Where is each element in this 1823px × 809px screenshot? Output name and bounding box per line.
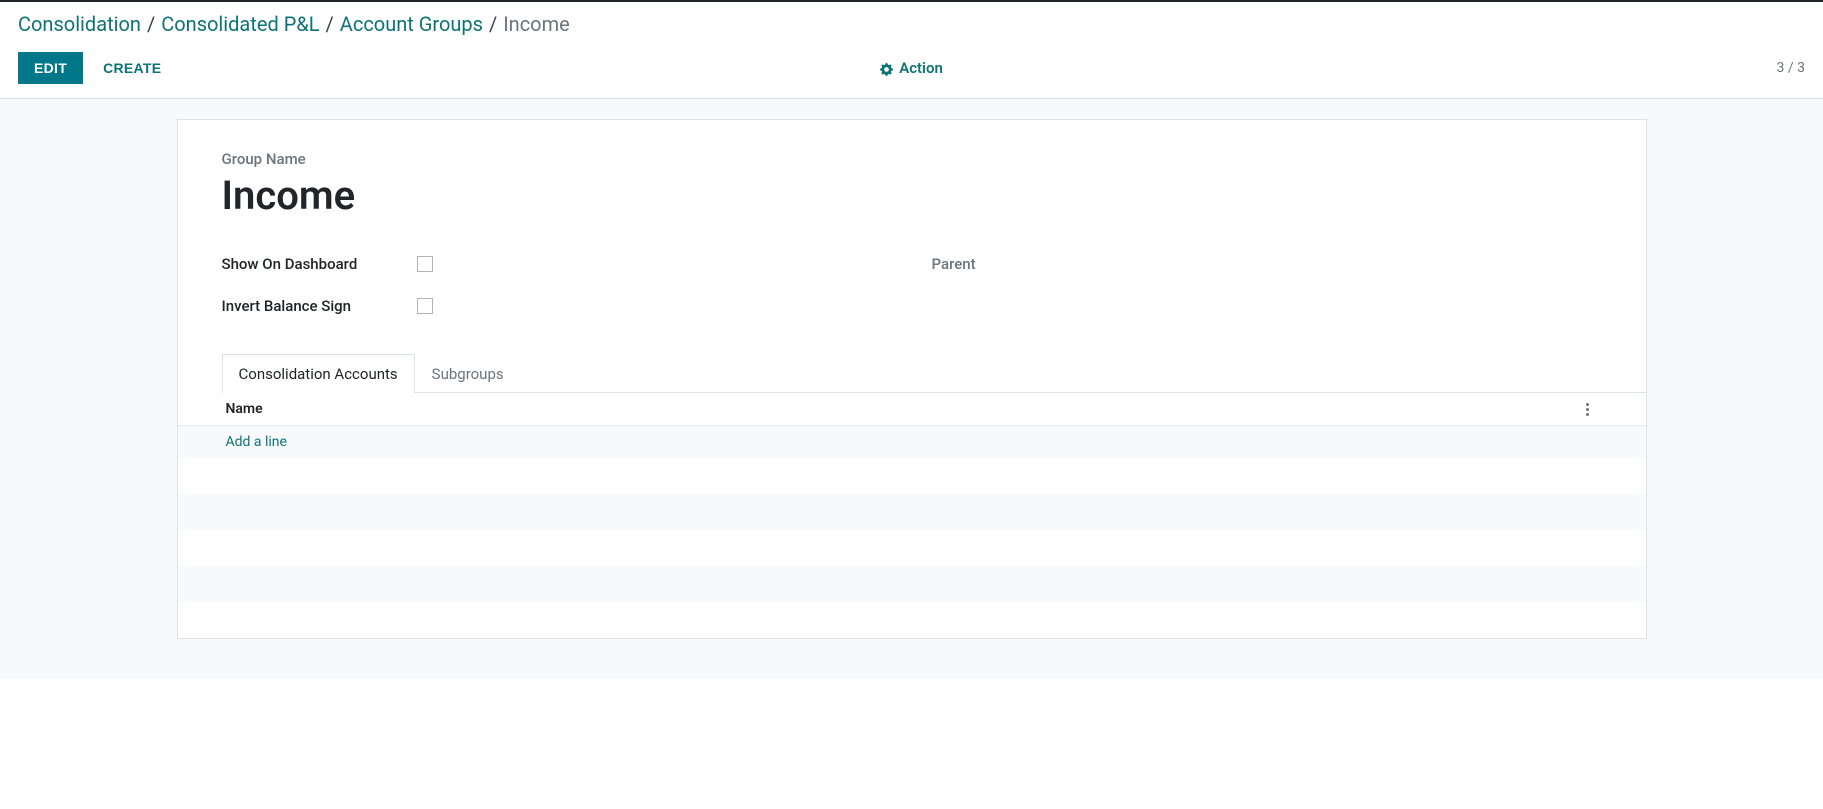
group-name-value: Income <box>222 172 1602 219</box>
control-right: 3 / 3 <box>943 60 1805 76</box>
table-header-row: Name <box>178 393 1646 426</box>
main-background: Group Name Income Show On Dashboard Inve… <box>0 99 1823 679</box>
action-label: Action <box>899 59 943 77</box>
breadcrumb-link-consolidated-pl[interactable]: Consolidated P&L <box>161 12 319 36</box>
table-row <box>178 458 1646 494</box>
create-button[interactable]: CREATE <box>99 52 165 84</box>
table-options-button[interactable] <box>1578 403 1598 416</box>
field-col-right: Parent <box>932 249 1602 333</box>
field-row-parent: Parent <box>932 249 1602 279</box>
tab-consolidation-accounts[interactable]: Consolidation Accounts <box>222 354 415 393</box>
table-row <box>178 530 1646 566</box>
pager[interactable]: 3 / 3 <box>1777 60 1805 76</box>
add-line-link[interactable]: Add a line <box>226 434 287 450</box>
control-left: EDIT CREATE <box>18 52 880 84</box>
control-bar: EDIT CREATE Action 3 / 3 <box>0 42 1823 99</box>
show-on-dashboard-label: Show On Dashboard <box>222 255 417 273</box>
edit-button[interactable]: EDIT <box>18 52 83 84</box>
breadcrumb: Consolidation / Consolidated P&L / Accou… <box>0 2 1823 42</box>
kebab-icon <box>1578 403 1598 416</box>
breadcrumb-current: Income <box>503 12 570 36</box>
group-name-label: Group Name <box>222 150 1602 168</box>
breadcrumb-separator: / <box>326 12 334 36</box>
sheet-inner: Group Name Income Show On Dashboard Inve… <box>178 120 1646 333</box>
field-row-show-on-dashboard: Show On Dashboard <box>222 249 892 279</box>
table-row <box>178 602 1646 638</box>
field-row-invert-balance-sign: Invert Balance Sign <box>222 291 892 321</box>
field-col-left: Show On Dashboard Invert Balance Sign <box>222 249 892 333</box>
field-grid: Show On Dashboard Invert Balance Sign Pa… <box>222 249 1602 333</box>
tab-subgroups[interactable]: Subgroups <box>415 354 521 393</box>
invert-balance-sign-checkbox[interactable] <box>417 298 433 314</box>
column-header-name: Name <box>226 401 1578 417</box>
breadcrumb-separator: / <box>147 12 155 36</box>
table-row <box>178 566 1646 602</box>
gear-icon <box>880 59 893 77</box>
add-line-row: Add a line <box>178 426 1646 458</box>
invert-balance-sign-label: Invert Balance Sign <box>222 297 417 315</box>
breadcrumb-link-account-groups[interactable]: Account Groups <box>340 12 483 36</box>
show-on-dashboard-checkbox[interactable] <box>417 256 433 272</box>
breadcrumb-separator: / <box>489 12 497 36</box>
table-row <box>178 494 1646 530</box>
breadcrumb-link-consolidation[interactable]: Consolidation <box>18 12 141 36</box>
tabs-row: Consolidation Accounts Subgroups <box>222 353 1646 393</box>
action-dropdown[interactable]: Action <box>880 59 943 77</box>
form-sheet: Group Name Income Show On Dashboard Inve… <box>177 119 1647 639</box>
parent-label: Parent <box>932 255 1127 273</box>
